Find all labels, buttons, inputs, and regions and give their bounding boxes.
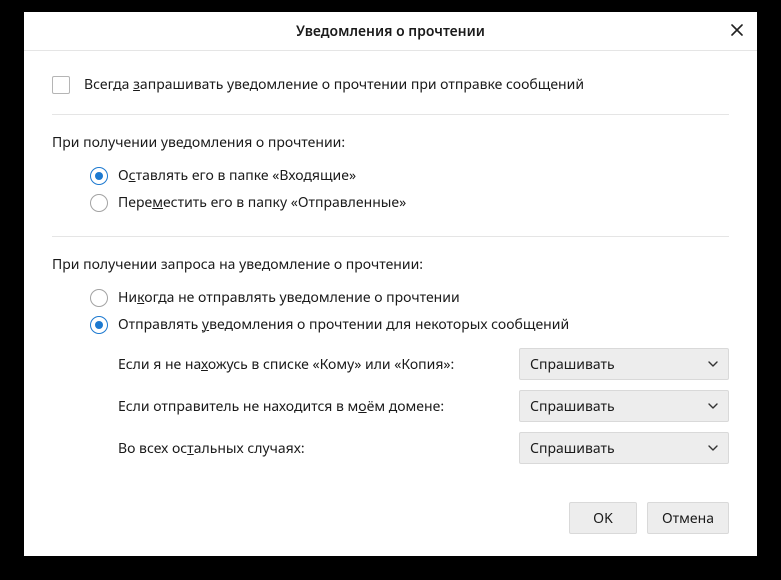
close-button[interactable] <box>727 21 747 41</box>
move-to-sent-row[interactable]: Переместить его в папку «Отправленные» <box>90 189 729 216</box>
select-value: Спрашивать <box>530 397 708 416</box>
cancel-button[interactable]: Отмена <box>647 502 729 534</box>
send-some-label: Отправлять уведомления о прочтении для н… <box>118 315 569 334</box>
dialog-body: Всегда запрашивать уведомление о прочтен… <box>24 51 757 502</box>
dialog-title: Уведомления о прочтении <box>296 22 485 41</box>
on-request-received-label: При получении запроса на уведомление о п… <box>52 255 729 274</box>
conditions-group: Если я не нахожусь в списке «Кому» или «… <box>118 348 729 464</box>
always-request-checkbox[interactable] <box>52 76 70 94</box>
not-in-to-cc-row: Если я не нахожусь в списке «Кому» или «… <box>118 348 729 380</box>
chevron-down-icon <box>708 439 718 458</box>
not-my-domain-row: Если отправитель не находится в моём дом… <box>118 390 729 422</box>
move-to-sent-label: Переместить его в папку «Отправленные» <box>118 193 406 212</box>
titlebar: Уведомления о прочтении <box>24 12 757 51</box>
keep-in-inbox-label: Оставлять его в папке «Входящие» <box>118 166 356 185</box>
send-some-row[interactable]: Отправлять уведомления о прочтении для н… <box>90 311 729 338</box>
always-request-row[interactable]: Всегда запрашивать уведомление о прочтен… <box>52 75 729 94</box>
ok-button[interactable]: OK <box>569 502 637 534</box>
close-icon <box>731 22 743 41</box>
not-my-domain-label: Если отправитель не находится в моём дом… <box>118 397 444 416</box>
divider <box>52 114 729 115</box>
select-value: Спрашивать <box>530 355 708 374</box>
select-value: Спрашивать <box>530 439 708 458</box>
dialog-footer: OK Отмена <box>24 502 757 556</box>
not-in-to-cc-label: Если я не нахожусь в списке «Кому» или «… <box>118 355 454 374</box>
never-send-label: Никогда не отправлять уведомление о проч… <box>118 288 460 307</box>
divider <box>52 236 729 237</box>
not-my-domain-select[interactable]: Спрашивать <box>519 390 729 422</box>
move-to-sent-radio[interactable] <box>90 194 108 212</box>
on-receipt-received-label: При получении уведомления о прочтении: <box>52 133 729 152</box>
send-some-radio[interactable] <box>90 316 108 334</box>
always-request-label: Всегда запрашивать уведомление о прочтен… <box>84 75 584 94</box>
chevron-down-icon <box>708 397 718 416</box>
all-other-cases-select[interactable]: Спрашивать <box>519 432 729 464</box>
keep-in-inbox-radio[interactable] <box>90 167 108 185</box>
all-other-cases-label: Во всех остальных случаях: <box>118 439 305 458</box>
keep-in-inbox-row[interactable]: Оставлять его в папке «Входящие» <box>90 162 729 189</box>
never-send-row[interactable]: Никогда не отправлять уведомление о проч… <box>90 284 729 311</box>
read-receipts-dialog: Уведомления о прочтении Всегда запрашива… <box>24 12 757 556</box>
not-in-to-cc-select[interactable]: Спрашивать <box>519 348 729 380</box>
chevron-down-icon <box>708 355 718 374</box>
never-send-radio[interactable] <box>90 289 108 307</box>
all-other-cases-row: Во всех остальных случаях: Спрашивать <box>118 432 729 464</box>
